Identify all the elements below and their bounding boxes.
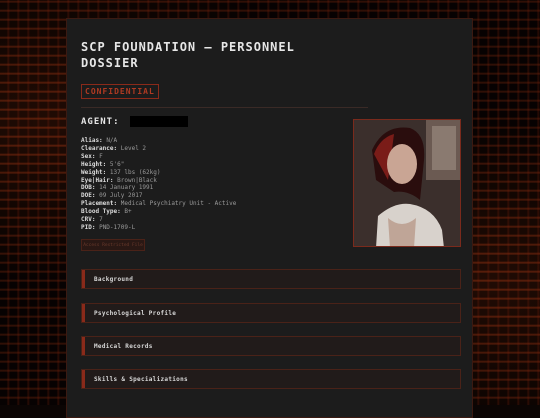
section-psychological-profile[interactable]: Psychological Profile xyxy=(81,303,461,323)
field-row: Alias: N/A xyxy=(81,137,118,144)
page-title: SCP FOUNDATION — PERSONNEL DOSSIER xyxy=(81,40,295,70)
field-row: Sex: F xyxy=(81,152,103,160)
section-accent xyxy=(82,304,85,322)
dossier-panel: SCP FOUNDATION — PERSONNEL DOSSIER CONFI… xyxy=(66,18,473,418)
section-label: Psychological Profile xyxy=(94,310,177,317)
agent-photo xyxy=(353,119,461,247)
redacted-name xyxy=(130,116,188,127)
portrait-image xyxy=(354,120,460,246)
section-accent xyxy=(82,370,85,388)
field-row: DOB: 14 January 1991 xyxy=(81,184,154,192)
field-row: Placement: Medical Psychiatry Unit - Act… xyxy=(81,200,237,208)
section-label: Skills & Specializations xyxy=(94,376,188,383)
section-skills[interactable]: Skills & Specializations xyxy=(81,369,461,389)
field-row: Weight: 137 lbs (62kg) xyxy=(81,168,161,176)
field-row: CRV: 7 xyxy=(81,216,103,224)
section-label: Background xyxy=(94,276,134,283)
field-row: Height: 5'6" xyxy=(81,160,125,168)
field-row: Eye|Hair: Brown|Black xyxy=(81,176,157,184)
section-medical-records[interactable]: Medical Records xyxy=(81,336,461,356)
divider xyxy=(81,107,368,108)
section-label: Medical Records xyxy=(94,343,153,350)
field-row: Clearance: Level 2 xyxy=(81,144,147,152)
agent-fields: Alias: N/A Clearance: Level 2 Sex: F Hei… xyxy=(81,137,236,232)
access-restricted-button[interactable]: Access Restricted File xyxy=(81,239,145,251)
field-row: PID: PND-1709-L xyxy=(81,223,136,231)
section-accent xyxy=(82,337,85,355)
section-background[interactable]: Background xyxy=(81,269,461,289)
field-row: DOE: 09 July 2017 xyxy=(81,192,143,200)
section-accent xyxy=(82,270,85,288)
agent-label: AGENT: xyxy=(81,117,120,127)
field-row: Blood Type: B+ xyxy=(81,208,132,216)
confidential-badge: CONFIDENTIAL xyxy=(81,84,159,99)
